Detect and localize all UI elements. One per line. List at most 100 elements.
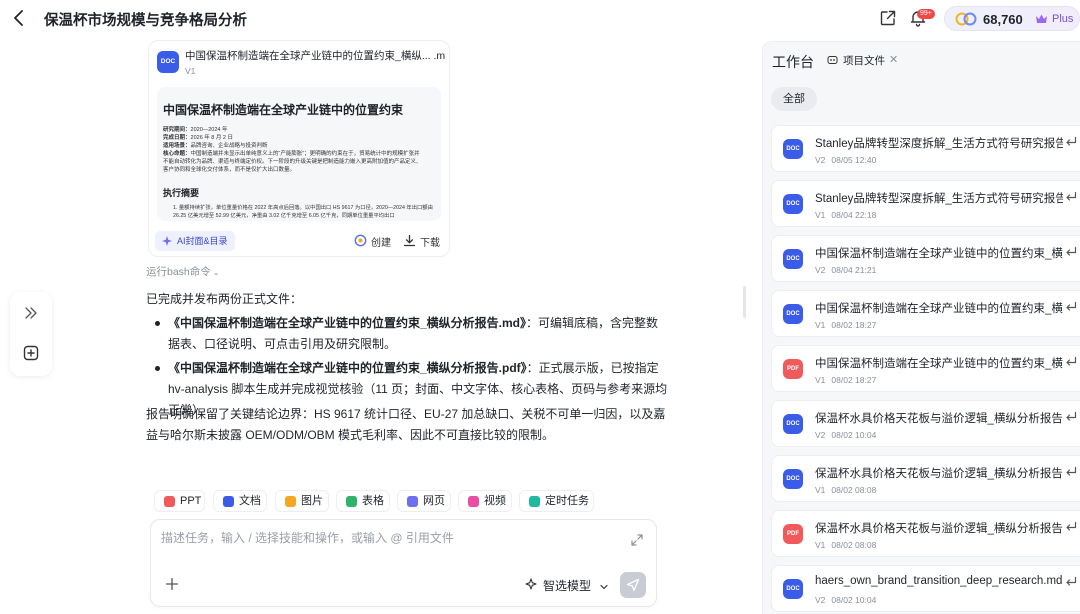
file-meta: V1 08/02 08:08 <box>815 540 877 550</box>
filter-all-button[interactable]: 全部 <box>771 87 817 111</box>
file-item[interactable]: DOC Stanley品牌转型深度拆解_生活方式符号研究报告... V1 08/0… <box>771 180 1080 227</box>
file-link-md[interactable]: 《中国保温杯制造端在全球产业链中的位置约束_横纵分析报告.md》 <box>168 316 526 330</box>
sparkle-icon <box>162 236 172 246</box>
tool-ppt-button[interactable]: PPT <box>154 490 205 512</box>
document-card[interactable]: DOC 中国保温杯制造端在全球产业链中的位置约束_横纵... .md V1 中国… <box>148 40 450 257</box>
file-name: 保温杯水具价格天花板与溢价逻辑_横纵分析报告.... <box>815 523 1063 535</box>
insert-return-icon[interactable] <box>1065 136 1077 148</box>
preview-meta-line: 不能自动转化为品牌、渠道与终端定价权。下一阶段的升级关键是把制造能力嵌入更高附加… <box>163 159 422 165</box>
preview-meta-line: 完成日期：2026 年 8 月 2 日 <box>163 135 234 141</box>
chat-input[interactable] <box>161 529 621 559</box>
tool-webpage-button[interactable]: 网页 <box>397 490 451 512</box>
webpage-icon <box>407 496 418 507</box>
doc-file-icon: DOC <box>783 469 803 489</box>
notification-badge: 99+ <box>917 9 935 19</box>
top-bar: 保温杯市场规模与竞争格局分析 99+ 68,760 Plus <box>0 0 1080 38</box>
file-meta: V1 08/04 22:18 <box>815 210 877 220</box>
tool-image-button[interactable]: 图片 <box>275 490 329 512</box>
workspace-title: 工作台 <box>772 54 814 70</box>
chat-input-box: 智选模型 <box>150 519 657 607</box>
message-intro: 已完成并发布两份正式文件： <box>146 292 303 306</box>
download-label: 下载 <box>420 238 440 249</box>
list-item: 《中国保温杯制造端在全球产业链中的位置约束_横纵分析报告.md》：可编辑底稿，含… <box>150 313 670 355</box>
file-item[interactable]: PDF 保温杯水具价格天花板与溢价逻辑_横纵分析报告.... V1 08/02 0… <box>771 510 1080 557</box>
ai-cover-toc-button[interactable]: AI封面&目录 <box>155 231 235 251</box>
create-icon <box>354 234 367 247</box>
document-preview[interactable]: 中国保温杯制造端在全球产业链中的位置约束 研究期间：2020—2024 年 完成… <box>157 87 441 221</box>
file-name: 中国保温杯制造端在全球产业链中的位置约束_横... <box>815 303 1063 315</box>
file-meta: V2 08/02 10:04 <box>815 595 877 605</box>
chevron-down-icon <box>600 584 608 589</box>
insert-return-icon[interactable] <box>1065 356 1077 368</box>
coins-icon <box>955 12 977 26</box>
file-meta: V1 08/02 18:27 <box>815 320 877 330</box>
expand-icon[interactable] <box>631 534 643 546</box>
doc-file-icon: DOC <box>783 579 803 599</box>
doc-file-icon: DOC <box>783 139 803 159</box>
preview-meta-line: 研究期间：2020—2024 年 <box>163 127 228 133</box>
file-item[interactable]: DOC 中国保温杯制造端在全球产业链中的位置约束_横... V1 08/02 18… <box>771 290 1080 337</box>
message-summary: 报告明确保留了关键结论边界：HS 9617 统计口径、EU-27 加总缺口、关税… <box>146 407 666 442</box>
bot-icon <box>827 56 838 64</box>
doc-file-icon: DOC <box>783 249 803 269</box>
download-icon <box>403 234 416 247</box>
preview-title: 中国保温杯制造端在全球产业链中的位置约束 <box>163 103 404 117</box>
file-item[interactable]: DOC 中国保温杯制造端在全球产业链中的位置约束_横... V2 08/04 21… <box>771 235 1080 282</box>
create-button[interactable]: 创建 <box>354 234 391 249</box>
new-chat-icon[interactable] <box>23 345 39 361</box>
crown-icon <box>1036 14 1047 23</box>
back-arrow-icon[interactable] <box>10 8 28 28</box>
pdf-file-icon: PDF <box>783 524 803 544</box>
insert-return-icon[interactable] <box>1065 466 1077 478</box>
tool-doc-button[interactable]: 文档 <box>213 490 267 512</box>
file-item[interactable]: PDF 中国保温杯制造端在全球产业链中的位置约束_横... V1 08/02 18… <box>771 345 1080 392</box>
panel-resize-handle[interactable] <box>743 286 746 318</box>
insert-return-icon[interactable] <box>1065 191 1077 203</box>
pdf-file-icon: PDF <box>783 359 803 379</box>
file-link-pdf[interactable]: 《中国保温杯制造端在全球产业链中的位置约束_横纵分析报告.pdf》 <box>168 361 527 375</box>
download-button[interactable]: 下载 <box>403 234 440 249</box>
insert-return-icon[interactable] <box>1065 246 1077 258</box>
credits-pill[interactable]: 68,760 Plus <box>944 6 1080 31</box>
image-icon <box>285 496 296 507</box>
preview-list-item: 1. 量额持续扩张，单位重量价格在 2022 年高点后回落。以中国出口 HS 9… <box>173 205 433 219</box>
insert-return-icon[interactable] <box>1065 576 1077 588</box>
workspace-header: 工作台 项目文件 ✕ <box>763 42 1080 80</box>
insert-return-icon[interactable] <box>1065 411 1077 423</box>
credits-value: 68,760 <box>983 12 1023 27</box>
tool-scheduled-task-button[interactable]: 定时任务 <box>519 490 594 512</box>
double-chevron-right-icon[interactable] <box>23 305 39 321</box>
tab-project-files[interactable]: 项目文件 <box>827 53 885 68</box>
insert-return-icon[interactable] <box>1065 301 1077 313</box>
preview-meta-line: 核心命题：中国制造端并未显示出单纯意义上的“产能膨胀”；更明确的约束在于，贸易统… <box>163 151 420 157</box>
file-item[interactable]: DOC 保温杯水具价格天花板与溢价逻辑_横纵分析报告.... V2 08/02 1… <box>771 400 1080 447</box>
plus-icon[interactable] <box>165 577 179 591</box>
chevron-down-icon: ⌄ <box>212 268 220 277</box>
insert-return-icon[interactable] <box>1065 521 1077 533</box>
video-icon <box>468 496 479 507</box>
preview-meta-line: 适用场景：品牌咨询、企业战略与投资判断 <box>163 143 268 149</box>
bash-command-toggle[interactable]: 运行bash命令 ⌄ <box>146 264 219 279</box>
file-name: 保温杯水具价格天花板与溢价逻辑_横纵分析报告.... <box>815 413 1063 425</box>
send-button[interactable] <box>620 572 646 598</box>
share-icon[interactable] <box>879 9 897 27</box>
file-name: 中国保温杯制造端在全球产业链中的位置约束_横... <box>815 248 1063 260</box>
file-meta: V2 08/04 21:21 <box>815 265 877 275</box>
tool-video-button[interactable]: 视频 <box>458 490 512 512</box>
doc-file-icon: DOC <box>783 414 803 434</box>
doc-file-icon: DOC <box>783 304 803 324</box>
plan-label: Plus <box>1052 13 1074 25</box>
close-icon[interactable]: ✕ <box>889 53 898 66</box>
create-label: 创建 <box>371 238 391 249</box>
workspace-panel: 工作台 项目文件 ✕ 全部 DOC Stanley品牌转型深度拆解_生活方式符号… <box>762 41 1080 614</box>
file-item[interactable]: DOC haers_own_brand_transition_deep_rese… <box>771 565 1080 612</box>
file-item[interactable]: DOC 保温杯水具价格天花板与溢价逻辑_横纵分析报告.... V1 08/02 0… <box>771 455 1080 502</box>
file-meta: V2 08/05 12:40 <box>815 155 877 165</box>
file-name: 保温杯水具价格天花板与溢价逻辑_横纵分析报告.... <box>815 468 1063 480</box>
file-name: 中国保温杯制造端在全球产业链中的位置约束_横... <box>815 358 1063 370</box>
model-select[interactable]: 智选模型 <box>525 577 609 594</box>
file-item[interactable]: DOC Stanley品牌转型深度拆解_生活方式符号研究报告... V2 08/0… <box>771 125 1080 172</box>
model-select-label: 智选模型 <box>543 579 592 593</box>
tool-sheet-button[interactable]: 表格 <box>336 490 390 512</box>
send-icon <box>626 578 640 592</box>
